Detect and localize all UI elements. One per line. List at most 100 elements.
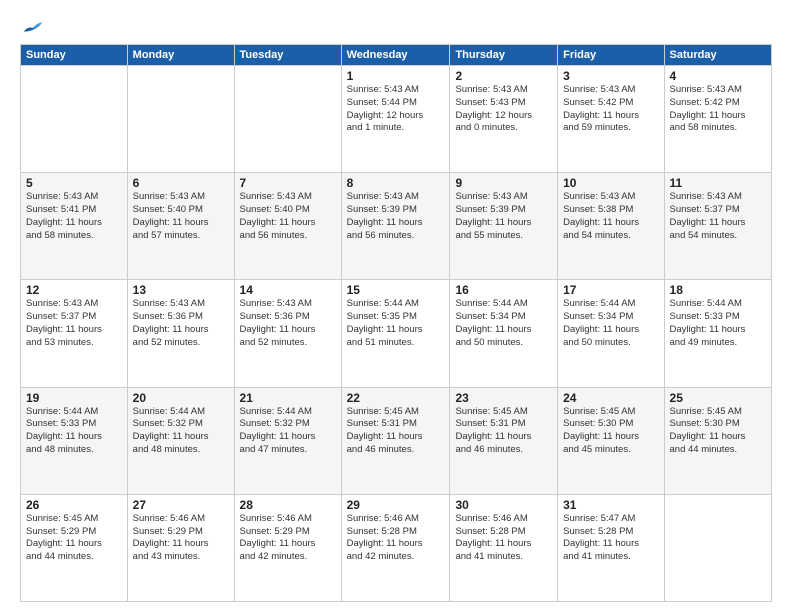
- day-info: Sunrise: 5:43 AMSunset: 5:39 PMDaylight:…: [455, 191, 552, 242]
- logo-bird-icon: [22, 18, 44, 36]
- day-number: 24: [563, 391, 658, 405]
- calendar-header-sunday: Sunday: [21, 45, 128, 66]
- day-number: 4: [670, 69, 766, 83]
- day-info: Sunrise: 5:46 AMSunset: 5:29 PMDaylight:…: [240, 513, 336, 564]
- calendar-cell: 3Sunrise: 5:43 AMSunset: 5:42 PMDaylight…: [558, 66, 664, 173]
- calendar-header-monday: Monday: [127, 45, 234, 66]
- calendar-header-thursday: Thursday: [450, 45, 558, 66]
- day-number: 30: [455, 498, 552, 512]
- day-number: 23: [455, 391, 552, 405]
- calendar-cell: 25Sunrise: 5:45 AMSunset: 5:30 PMDayligh…: [664, 387, 771, 494]
- day-info: Sunrise: 5:46 AMSunset: 5:29 PMDaylight:…: [133, 513, 229, 564]
- calendar-cell: [664, 494, 771, 601]
- calendar-header-wednesday: Wednesday: [341, 45, 450, 66]
- calendar-cell: 19Sunrise: 5:44 AMSunset: 5:33 PMDayligh…: [21, 387, 128, 494]
- calendar-cell: 20Sunrise: 5:44 AMSunset: 5:32 PMDayligh…: [127, 387, 234, 494]
- day-number: 28: [240, 498, 336, 512]
- day-number: 25: [670, 391, 766, 405]
- day-number: 21: [240, 391, 336, 405]
- day-number: 5: [26, 176, 122, 190]
- day-info: Sunrise: 5:43 AMSunset: 5:40 PMDaylight:…: [133, 191, 229, 242]
- day-number: 26: [26, 498, 122, 512]
- calendar-cell: 15Sunrise: 5:44 AMSunset: 5:35 PMDayligh…: [341, 280, 450, 387]
- day-number: 18: [670, 283, 766, 297]
- calendar-cell: 21Sunrise: 5:44 AMSunset: 5:32 PMDayligh…: [234, 387, 341, 494]
- day-number: 19: [26, 391, 122, 405]
- calendar-cell: 8Sunrise: 5:43 AMSunset: 5:39 PMDaylight…: [341, 173, 450, 280]
- calendar-table: SundayMondayTuesdayWednesdayThursdayFrid…: [20, 44, 772, 602]
- day-number: 2: [455, 69, 552, 83]
- page: SundayMondayTuesdayWednesdayThursdayFrid…: [0, 0, 792, 612]
- day-number: 6: [133, 176, 229, 190]
- calendar-week-row: 19Sunrise: 5:44 AMSunset: 5:33 PMDayligh…: [21, 387, 772, 494]
- day-info: Sunrise: 5:43 AMSunset: 5:41 PMDaylight:…: [26, 191, 122, 242]
- calendar-cell: 24Sunrise: 5:45 AMSunset: 5:30 PMDayligh…: [558, 387, 664, 494]
- calendar-cell: 16Sunrise: 5:44 AMSunset: 5:34 PMDayligh…: [450, 280, 558, 387]
- calendar-week-row: 1Sunrise: 5:43 AMSunset: 5:44 PMDaylight…: [21, 66, 772, 173]
- day-number: 12: [26, 283, 122, 297]
- day-number: 8: [347, 176, 445, 190]
- day-info: Sunrise: 5:45 AMSunset: 5:30 PMDaylight:…: [670, 406, 766, 457]
- calendar-cell: 4Sunrise: 5:43 AMSunset: 5:42 PMDaylight…: [664, 66, 771, 173]
- day-info: Sunrise: 5:43 AMSunset: 5:37 PMDaylight:…: [670, 191, 766, 242]
- day-info: Sunrise: 5:44 AMSunset: 5:33 PMDaylight:…: [670, 298, 766, 349]
- calendar-cell: 28Sunrise: 5:46 AMSunset: 5:29 PMDayligh…: [234, 494, 341, 601]
- day-number: 31: [563, 498, 658, 512]
- day-info: Sunrise: 5:44 AMSunset: 5:35 PMDaylight:…: [347, 298, 445, 349]
- day-info: Sunrise: 5:47 AMSunset: 5:28 PMDaylight:…: [563, 513, 658, 564]
- calendar-cell: 14Sunrise: 5:43 AMSunset: 5:36 PMDayligh…: [234, 280, 341, 387]
- day-info: Sunrise: 5:43 AMSunset: 5:37 PMDaylight:…: [26, 298, 122, 349]
- day-info: Sunrise: 5:43 AMSunset: 5:38 PMDaylight:…: [563, 191, 658, 242]
- day-number: 3: [563, 69, 658, 83]
- day-number: 27: [133, 498, 229, 512]
- day-number: 22: [347, 391, 445, 405]
- day-number: 9: [455, 176, 552, 190]
- calendar-cell: 27Sunrise: 5:46 AMSunset: 5:29 PMDayligh…: [127, 494, 234, 601]
- calendar-header-tuesday: Tuesday: [234, 45, 341, 66]
- day-info: Sunrise: 5:43 AMSunset: 5:44 PMDaylight:…: [347, 84, 445, 135]
- calendar-cell: 7Sunrise: 5:43 AMSunset: 5:40 PMDaylight…: [234, 173, 341, 280]
- calendar-cell: 23Sunrise: 5:45 AMSunset: 5:31 PMDayligh…: [450, 387, 558, 494]
- day-info: Sunrise: 5:45 AMSunset: 5:29 PMDaylight:…: [26, 513, 122, 564]
- header: [20, 18, 772, 36]
- day-info: Sunrise: 5:43 AMSunset: 5:40 PMDaylight:…: [240, 191, 336, 242]
- calendar-cell: 5Sunrise: 5:43 AMSunset: 5:41 PMDaylight…: [21, 173, 128, 280]
- day-number: 14: [240, 283, 336, 297]
- calendar-cell: [234, 66, 341, 173]
- day-info: Sunrise: 5:44 AMSunset: 5:32 PMDaylight:…: [240, 406, 336, 457]
- day-info: Sunrise: 5:43 AMSunset: 5:42 PMDaylight:…: [563, 84, 658, 135]
- calendar-cell: 12Sunrise: 5:43 AMSunset: 5:37 PMDayligh…: [21, 280, 128, 387]
- day-info: Sunrise: 5:43 AMSunset: 5:36 PMDaylight:…: [133, 298, 229, 349]
- calendar-cell: 10Sunrise: 5:43 AMSunset: 5:38 PMDayligh…: [558, 173, 664, 280]
- day-info: Sunrise: 5:45 AMSunset: 5:30 PMDaylight:…: [563, 406, 658, 457]
- calendar-cell: 6Sunrise: 5:43 AMSunset: 5:40 PMDaylight…: [127, 173, 234, 280]
- day-info: Sunrise: 5:45 AMSunset: 5:31 PMDaylight:…: [455, 406, 552, 457]
- calendar-week-row: 26Sunrise: 5:45 AMSunset: 5:29 PMDayligh…: [21, 494, 772, 601]
- day-info: Sunrise: 5:44 AMSunset: 5:34 PMDaylight:…: [563, 298, 658, 349]
- day-number: 20: [133, 391, 229, 405]
- day-number: 11: [670, 176, 766, 190]
- day-info: Sunrise: 5:46 AMSunset: 5:28 PMDaylight:…: [347, 513, 445, 564]
- day-number: 1: [347, 69, 445, 83]
- calendar-header-row: SundayMondayTuesdayWednesdayThursdayFrid…: [21, 45, 772, 66]
- calendar-cell: 11Sunrise: 5:43 AMSunset: 5:37 PMDayligh…: [664, 173, 771, 280]
- calendar-cell: 13Sunrise: 5:43 AMSunset: 5:36 PMDayligh…: [127, 280, 234, 387]
- day-info: Sunrise: 5:43 AMSunset: 5:36 PMDaylight:…: [240, 298, 336, 349]
- day-info: Sunrise: 5:45 AMSunset: 5:31 PMDaylight:…: [347, 406, 445, 457]
- calendar-header-friday: Friday: [558, 45, 664, 66]
- calendar-cell: 26Sunrise: 5:45 AMSunset: 5:29 PMDayligh…: [21, 494, 128, 601]
- calendar-cell: 17Sunrise: 5:44 AMSunset: 5:34 PMDayligh…: [558, 280, 664, 387]
- calendar-cell: 18Sunrise: 5:44 AMSunset: 5:33 PMDayligh…: [664, 280, 771, 387]
- day-number: 13: [133, 283, 229, 297]
- day-info: Sunrise: 5:44 AMSunset: 5:33 PMDaylight:…: [26, 406, 122, 457]
- day-info: Sunrise: 5:43 AMSunset: 5:42 PMDaylight:…: [670, 84, 766, 135]
- day-number: 15: [347, 283, 445, 297]
- day-info: Sunrise: 5:43 AMSunset: 5:39 PMDaylight:…: [347, 191, 445, 242]
- day-number: 29: [347, 498, 445, 512]
- calendar-cell: 9Sunrise: 5:43 AMSunset: 5:39 PMDaylight…: [450, 173, 558, 280]
- logo: [20, 18, 44, 36]
- calendar-header-saturday: Saturday: [664, 45, 771, 66]
- calendar-cell: [127, 66, 234, 173]
- calendar-week-row: 5Sunrise: 5:43 AMSunset: 5:41 PMDaylight…: [21, 173, 772, 280]
- day-info: Sunrise: 5:44 AMSunset: 5:32 PMDaylight:…: [133, 406, 229, 457]
